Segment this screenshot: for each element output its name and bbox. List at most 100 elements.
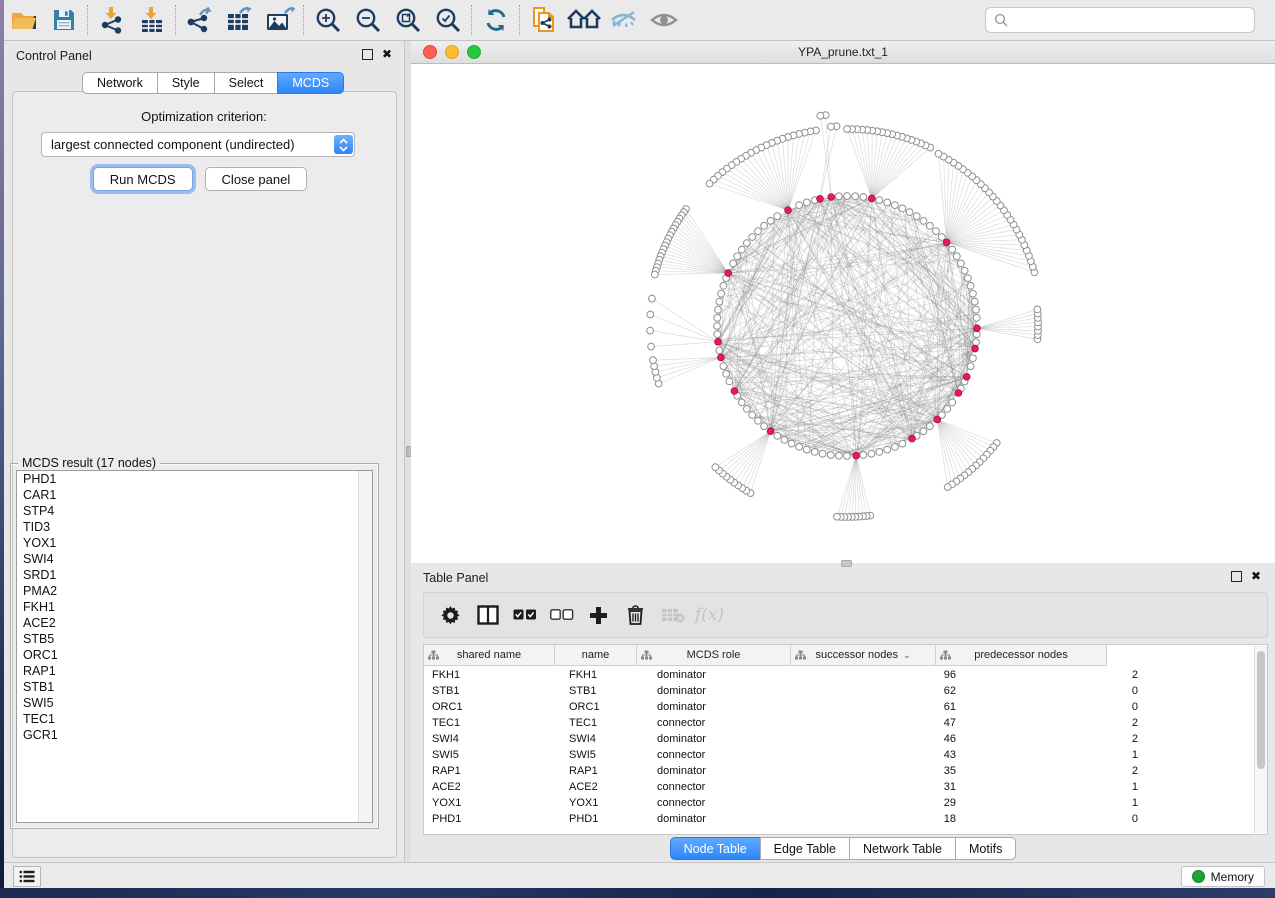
add-column-plus-icon[interactable]	[580, 597, 617, 633]
mcds-result-item[interactable]: CAR1	[17, 487, 372, 503]
tab-network[interactable]: Network	[82, 72, 157, 94]
table-cell: 62	[811, 685, 967, 697]
mcds-result-item[interactable]: YOX1	[17, 535, 372, 551]
toolbar-separator	[87, 5, 89, 35]
table-cell: 35	[811, 765, 967, 777]
mcds-result-item[interactable]: ORC1	[17, 647, 372, 663]
tab-mcds[interactable]: MCDS	[277, 72, 344, 94]
column-header-name[interactable]: name	[555, 645, 637, 666]
import-table-icon[interactable]	[132, 3, 172, 37]
select-all-icon[interactable]	[506, 597, 543, 633]
node-table: shared namenameMCDS rolesuccessor nodes⌄…	[423, 644, 1268, 835]
tab-motifs[interactable]: Motifs	[955, 837, 1016, 860]
tab-style[interactable]: Style	[157, 72, 214, 94]
table-row[interactable]: ORC1ORC1dominator610	[424, 699, 1254, 715]
table-cell: ORC1	[563, 701, 651, 713]
column-header-shared-name[interactable]: shared name	[424, 645, 555, 666]
control-panel-tabbar: NetworkStyleSelectMCDS	[82, 72, 344, 94]
tab-network-table[interactable]: Network Table	[849, 837, 955, 860]
table-row[interactable]: SWI4SWI4dominator462	[424, 731, 1254, 747]
column-header-predecessor-nodes[interactable]: predecessor nodes	[936, 645, 1107, 666]
table-row[interactable]: ACE2ACE2connector311	[424, 779, 1254, 795]
toolbar-separator	[175, 5, 177, 35]
hide-selected-eye-icon[interactable]	[604, 3, 644, 37]
close-panel-button[interactable]: Close panel	[205, 167, 308, 191]
column-panel-icon[interactable]	[469, 597, 506, 633]
mcds-result-item[interactable]: STB1	[17, 679, 372, 695]
search-input[interactable]	[1013, 10, 1254, 30]
table-panel-title: Table Panel	[423, 571, 488, 585]
run-mcds-button[interactable]: Run MCDS	[93, 167, 193, 191]
clone-network-icon[interactable]	[524, 3, 564, 37]
mcds-result-item[interactable]: SRD1	[17, 567, 372, 583]
mcds-result-item[interactable]: GCR1	[17, 727, 372, 743]
zoom-fit-icon[interactable]	[388, 3, 428, 37]
network-view-window: YPA_prune.txt_1	[411, 41, 1275, 563]
horizontal-splitter-grip[interactable]	[841, 560, 852, 567]
zoom-out-icon[interactable]	[348, 3, 388, 37]
mcds-result-item[interactable]: FKH1	[17, 599, 372, 615]
table-row[interactable]: SWI5SWI5connector431	[424, 747, 1254, 763]
table-row[interactable]: YOX1YOX1connector291	[424, 795, 1254, 811]
mcds-result-item[interactable]: STB5	[17, 631, 372, 647]
close-panel-icon[interactable]: ✖	[382, 50, 392, 59]
mcds-result-item[interactable]: STP4	[17, 503, 372, 519]
table-cell: YOX1	[424, 797, 563, 809]
table-settings-gear-icon[interactable]	[432, 597, 469, 633]
mcds-result-item[interactable]: PHD1	[17, 471, 372, 487]
table-header-row: shared namenameMCDS rolesuccessor nodes⌄…	[424, 645, 1107, 665]
first-neighbors-icon[interactable]	[564, 3, 604, 37]
deselect-all-icon[interactable]	[543, 597, 580, 633]
tab-select[interactable]: Select	[214, 72, 278, 94]
window-minimize-icon[interactable]	[445, 45, 459, 59]
memory-button[interactable]: Memory	[1181, 866, 1265, 887]
table-row[interactable]: STB1STB1dominator620	[424, 683, 1254, 699]
float-panel-icon[interactable]	[362, 49, 373, 60]
task-history-button[interactable]	[13, 866, 41, 887]
window-close-icon[interactable]	[423, 45, 437, 59]
table-cell: SWI4	[424, 733, 563, 745]
tab-node-table[interactable]: Node Table	[670, 837, 760, 860]
mcds-result-item[interactable]: SWI5	[17, 695, 372, 711]
float-table-panel-icon[interactable]	[1231, 571, 1242, 582]
optimization-criterion-dropdown[interactable]: largest connected component (undirected)	[41, 132, 355, 157]
toolbar-separator	[303, 5, 305, 35]
window-zoom-icon[interactable]	[467, 45, 481, 59]
export-image-icon[interactable]	[260, 3, 300, 37]
table-row[interactable]: RAP1RAP1dominator352	[424, 763, 1254, 779]
export-network-icon[interactable]	[180, 3, 220, 37]
mcds-result-item[interactable]: TEC1	[17, 711, 372, 727]
table-vertical-scrollbar[interactable]	[1254, 646, 1267, 833]
open-folder-icon[interactable]	[4, 3, 44, 37]
table-row[interactable]: PHD1PHD1dominator180	[424, 811, 1254, 827]
import-network-icon[interactable]	[92, 3, 132, 37]
column-header-MCDS-role[interactable]: MCDS role	[637, 645, 791, 666]
mcds-list-scrollbar[interactable]	[358, 471, 372, 822]
dropdown-value: largest connected component (undirected)	[42, 137, 334, 152]
export-table-icon[interactable]	[220, 3, 260, 37]
status-bar: Memory	[4, 862, 1275, 889]
tab-edge-table[interactable]: Edge Table	[760, 837, 849, 860]
network-window-titlebar[interactable]: YPA_prune.txt_1	[411, 41, 1275, 64]
network-graph[interactable]	[411, 64, 1275, 563]
network-canvas[interactable]	[411, 64, 1275, 563]
close-table-panel-icon[interactable]: ✖	[1251, 572, 1261, 581]
zoom-in-icon[interactable]	[308, 3, 348, 37]
table-cell: PHD1	[563, 813, 651, 825]
mcds-result-item[interactable]: RAP1	[17, 663, 372, 679]
show-all-eye-icon[interactable]	[644, 3, 684, 37]
mcds-result-item[interactable]: TID3	[17, 519, 372, 535]
mcds-result-item[interactable]: SWI4	[17, 551, 372, 567]
table-row[interactable]: FKH1FKH1dominator962	[424, 667, 1254, 683]
mcds-result-item[interactable]: PMA2	[17, 583, 372, 599]
save-icon[interactable]	[44, 3, 84, 37]
zoom-selected-icon[interactable]	[428, 3, 468, 37]
scrollbar-thumb[interactable]	[1257, 651, 1265, 769]
column-header-successor-nodes[interactable]: successor nodes⌄	[791, 645, 936, 666]
delete-trash-icon[interactable]	[617, 597, 654, 633]
refresh-icon[interactable]	[476, 3, 516, 37]
table-toolbar: f(x)	[423, 592, 1268, 638]
table-tabbar: Node TableEdge TableNetwork TableMotifs	[411, 837, 1275, 860]
table-row[interactable]: TEC1TEC1connector472	[424, 715, 1254, 731]
mcds-result-item[interactable]: ACE2	[17, 615, 372, 631]
